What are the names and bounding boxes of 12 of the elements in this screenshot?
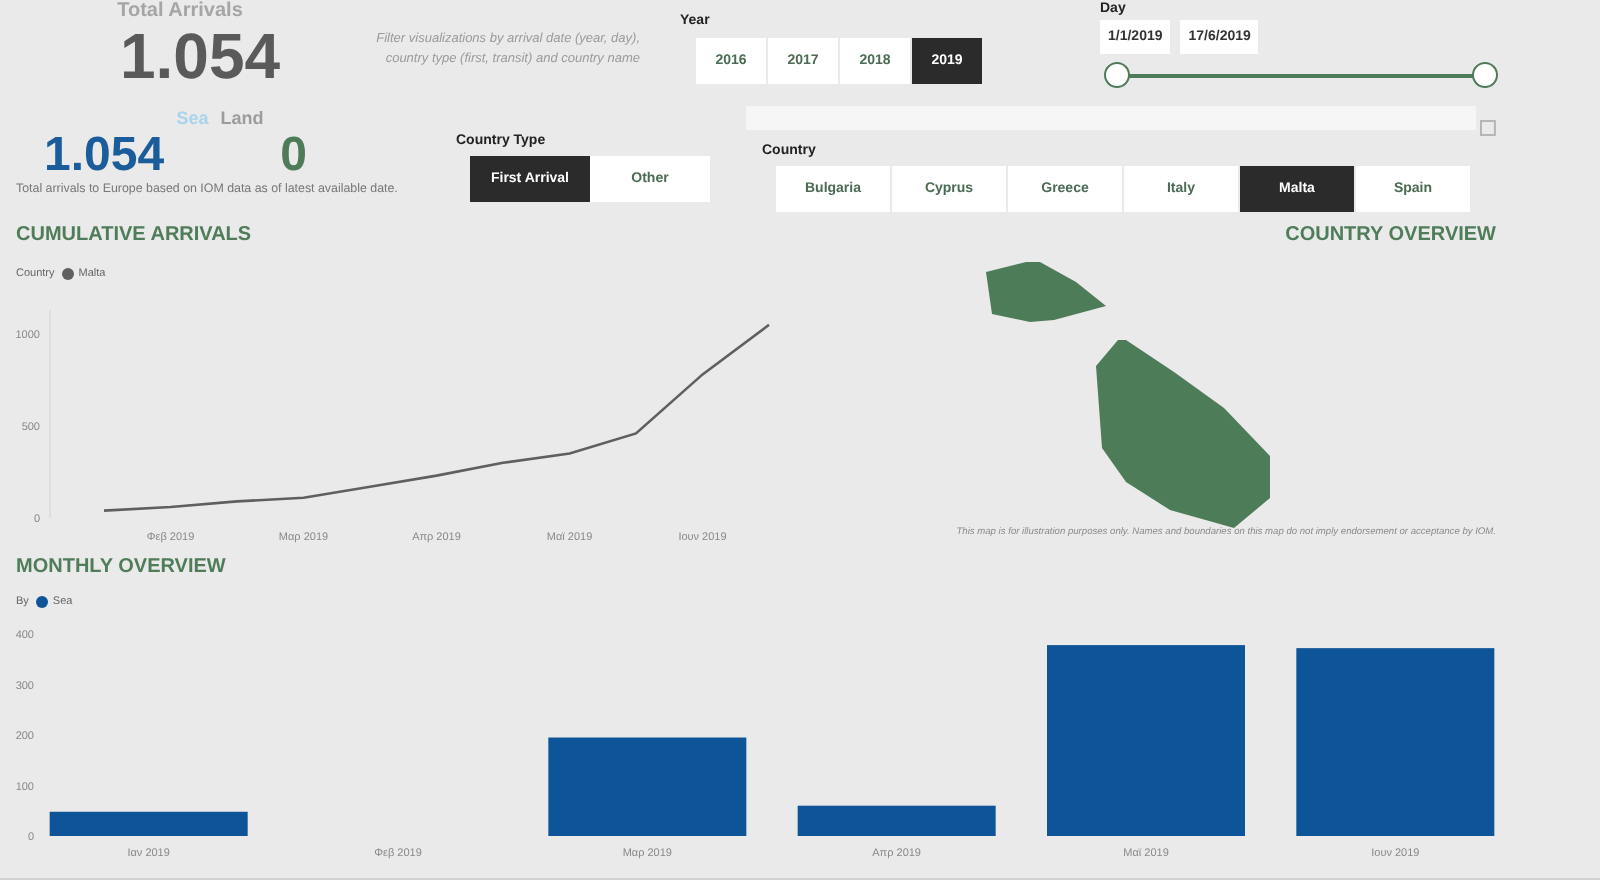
sea-arrivals-value: 1.054 (44, 130, 165, 182)
total-arrivals-value: 1.054 (119, 22, 281, 90)
section-title: MONTHLY OVERVIEW (16, 556, 228, 580)
section-title: COUNTRY OVERVIEW (1283, 224, 1496, 248)
legend-label: Sea (176, 108, 209, 128)
section-title: CUMULATIVE ARRIVALS (16, 224, 254, 248)
legend-label: Land (220, 108, 264, 128)
slider-handle[interactable] (1104, 62, 1130, 88)
slider-handle[interactable] (1472, 62, 1498, 88)
date-range-slider[interactable] (1104, 62, 1500, 90)
land-arrivals-value: 0 (280, 130, 307, 182)
kpi-title: Total Arrivals (117, 0, 243, 22)
